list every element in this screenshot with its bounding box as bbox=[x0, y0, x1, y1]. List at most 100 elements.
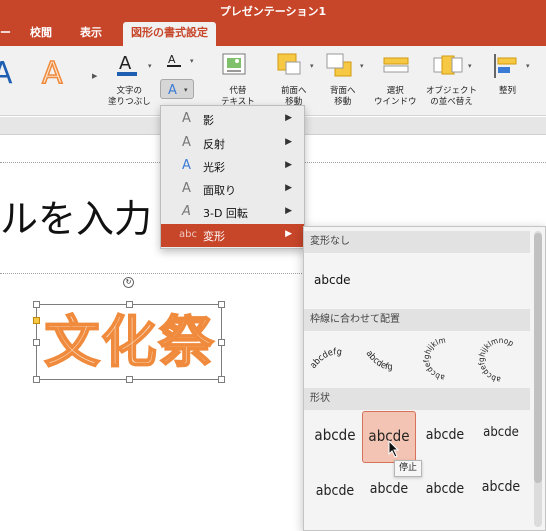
svg-text:A: A bbox=[168, 53, 176, 66]
send-backward-label: 背面へ 移動 bbox=[330, 86, 356, 108]
submenu-arrow-icon: ▶ bbox=[285, 137, 292, 147]
svg-text:A: A bbox=[119, 53, 132, 74]
tab-shape-format[interactable]: 図形の書式設定 bbox=[123, 22, 216, 46]
resize-handle-ne[interactable] bbox=[218, 301, 225, 308]
resize-handle-n[interactable] bbox=[126, 301, 133, 308]
send-backward-dropdown-icon[interactable]: ▾ bbox=[360, 62, 364, 70]
submenu-arrow-icon: ▶ bbox=[285, 113, 292, 123]
transform-abc-icon: abc bbox=[179, 229, 197, 240]
transform-gallery-panel: 変形なし abcde 枠線に合わせて配置 abcdefg abcdefg abc… bbox=[303, 226, 546, 531]
menu-item-shadow[interactable]: A 影 ▶ bbox=[161, 108, 304, 131]
no-transform-option[interactable]: abcde bbox=[314, 273, 351, 287]
send-backward-label-text: 背面へ 移動 bbox=[330, 86, 356, 107]
warp-ring-outside[interactable]: abcde bbox=[474, 467, 528, 519]
text-outline-icon[interactable]: A bbox=[165, 51, 185, 72]
alt-text-label-text: 代替 テキスト bbox=[221, 86, 255, 107]
align-icon[interactable] bbox=[492, 52, 522, 83]
follow-path-circle-text: abcdefghijklm bbox=[422, 336, 446, 382]
selection-pane-icon[interactable] bbox=[380, 52, 414, 83]
selection-pane-label-text: 選択 ウインドウ bbox=[374, 86, 417, 107]
resize-handle-e[interactable] bbox=[218, 339, 225, 346]
text-effects-button[interactable]: A ▾ bbox=[160, 79, 194, 99]
warp-triangle-down[interactable]: abcde bbox=[474, 411, 528, 463]
text-fill-dropdown-icon[interactable]: ▾ bbox=[148, 62, 152, 70]
menu-item-shadow-label: 影 bbox=[203, 114, 214, 127]
text-effects-menu: A 影 ▶ A 反射 ▶ A 光彩 ▶ A 面取り ▶ A 3-D 回転 ▶ a… bbox=[160, 105, 305, 249]
text-fill-icon[interactable]: A bbox=[116, 52, 140, 81]
3d-rotation-a-icon: A bbox=[182, 204, 191, 219]
svg-text:▾: ▾ bbox=[184, 86, 188, 94]
menu-item-reflection-label: 反射 bbox=[203, 138, 225, 151]
resize-handle-se[interactable] bbox=[218, 376, 225, 383]
resize-handle-w[interactable] bbox=[33, 339, 40, 346]
tooltip: 停止 bbox=[394, 460, 422, 477]
resize-handle-nw[interactable] bbox=[33, 301, 40, 308]
menu-item-bevel[interactable]: A 面取り ▶ bbox=[161, 178, 304, 201]
warp-chevron-up[interactable]: abcde bbox=[308, 467, 362, 519]
bevel-a-icon: A bbox=[182, 181, 191, 196]
reorder-dropdown-icon[interactable]: ▾ bbox=[468, 62, 472, 70]
section-no-transform: 変形なし bbox=[304, 231, 530, 253]
reflection-a-icon: A bbox=[182, 135, 191, 150]
tab-review[interactable]: 校閲 bbox=[30, 22, 52, 46]
bring-forward-label-text: 前面へ 移動 bbox=[281, 86, 307, 107]
wordart-selection-box[interactable]: 文化祭 bbox=[33, 301, 225, 383]
section-warp: 形状 bbox=[304, 388, 530, 410]
menu-item-3d-rotation[interactable]: A 3-D 回転 ▶ bbox=[161, 201, 304, 224]
reorder-label: オブジェクト の並べ替え bbox=[426, 86, 477, 108]
follow-path-button[interactable]: abcdefghijklmnop bbox=[474, 333, 528, 385]
send-backward-icon[interactable] bbox=[325, 52, 357, 83]
wordart-style-blue[interactable]: A bbox=[0, 56, 13, 91]
menu-item-transform[interactable]: abc 変形 ▶ bbox=[161, 224, 304, 247]
follow-path-circle[interactable]: abcdefghijklm bbox=[418, 333, 472, 385]
submenu-arrow-icon: ▶ bbox=[285, 160, 292, 170]
svg-text:A: A bbox=[168, 83, 177, 98]
slide-title-text[interactable]: ルを入力 bbox=[0, 188, 152, 243]
reorder-objects-icon[interactable] bbox=[432, 52, 466, 83]
menu-item-glow[interactable]: A 光彩 ▶ bbox=[161, 155, 304, 178]
text-fill-label-text: 文字の 塗りつぶし bbox=[108, 86, 151, 107]
follow-path-arch-down[interactable]: abcdefg bbox=[362, 333, 416, 385]
warp-ring-inside[interactable]: abcde bbox=[418, 467, 472, 519]
panel-scroll-thumb[interactable] bbox=[534, 233, 542, 483]
shadow-a-icon: A bbox=[182, 111, 191, 126]
svg-text:abcdefg: abcdefg bbox=[309, 347, 343, 370]
alt-text-icon[interactable] bbox=[219, 52, 251, 83]
resize-handle-sw[interactable] bbox=[33, 376, 40, 383]
wordart-style-orange[interactable]: A bbox=[41, 55, 63, 92]
follow-path-button-text: abcdefghijklmnop bbox=[477, 336, 515, 384]
section-follow-path: 枠線に合わせて配置 bbox=[304, 309, 530, 331]
warp-plain[interactable]: abcde bbox=[308, 411, 362, 463]
align-dropdown-icon[interactable]: ▾ bbox=[526, 62, 530, 70]
menu-item-transform-label: 変形 bbox=[203, 230, 225, 243]
menu-item-glow-label: 光彩 bbox=[203, 161, 225, 174]
adjust-handle[interactable] bbox=[33, 317, 40, 324]
svg-text:abcdefg: abcdefg bbox=[364, 349, 393, 373]
rotate-handle-icon[interactable]: ↻ bbox=[123, 277, 134, 288]
wordart-text[interactable]: 文化祭 bbox=[37, 307, 223, 377]
warp-triangle-up[interactable]: abcde bbox=[418, 411, 472, 463]
follow-path-arch-up-text: abcdefg bbox=[309, 347, 343, 370]
menu-item-bevel-label: 面取り bbox=[203, 184, 236, 197]
bring-forward-icon[interactable] bbox=[276, 52, 308, 83]
glow-a-icon: A bbox=[182, 158, 191, 173]
menu-item-reflection[interactable]: A 反射 ▶ bbox=[161, 132, 304, 155]
follow-path-arch-up[interactable]: abcdefg bbox=[308, 333, 362, 385]
tab-view[interactable]: 表示 bbox=[80, 22, 102, 46]
text-outline-dropdown-icon[interactable]: ▾ bbox=[190, 57, 194, 65]
align-label: 整列 bbox=[499, 86, 517, 96]
text-fill-label: 文字の 塗りつぶし bbox=[108, 86, 151, 108]
submenu-arrow-icon: ▶ bbox=[285, 206, 292, 216]
more-icon[interactable]: ⋮ bbox=[540, 56, 546, 72]
resize-handle-s[interactable] bbox=[126, 376, 133, 383]
app-title: プレゼンテーション1 bbox=[219, 5, 327, 18]
tab-review-fragment[interactable]: ー bbox=[0, 22, 11, 46]
submenu-arrow-icon: ▶ bbox=[285, 183, 292, 193]
bring-forward-dropdown-icon[interactable]: ▾ bbox=[310, 62, 314, 70]
svg-text:abcdefghijklm: abcdefghijklm bbox=[422, 336, 446, 382]
gallery-more-icon[interactable]: ▶ bbox=[92, 72, 97, 80]
svg-text:abcdefghijklmnop: abcdefghijklmnop bbox=[477, 336, 515, 384]
menu-item-3d-rotation-label: 3-D 回転 bbox=[203, 207, 248, 220]
selection-pane-label: 選択 ウインドウ bbox=[374, 86, 417, 108]
mouse-pointer-icon bbox=[388, 439, 400, 461]
